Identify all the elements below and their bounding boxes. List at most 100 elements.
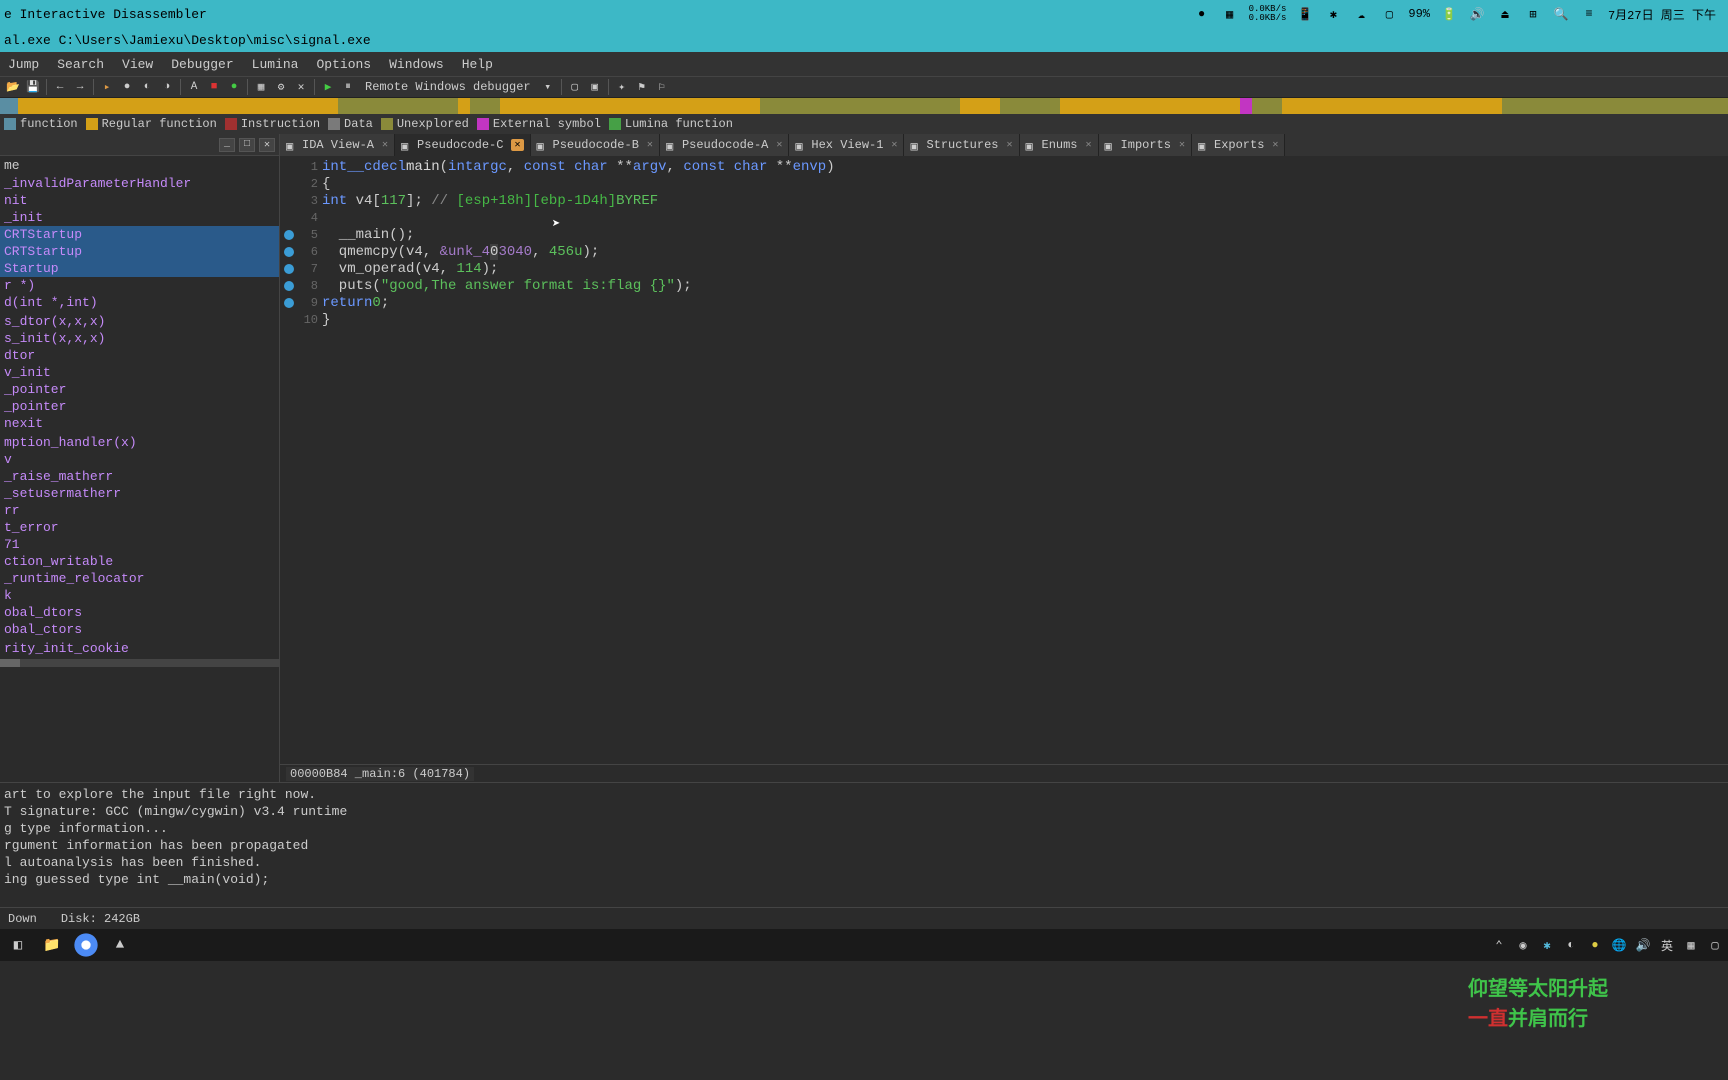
menu-lumina[interactable]: Lumina [252,57,299,72]
battery-icon[interactable]: 🔋 [1440,5,1458,23]
close-icon[interactable]: ✕ [1179,139,1185,151]
pause-icon[interactable]: ⏸ [339,78,357,96]
tab-pseudocode-c[interactable]: ▣Pseudocode-C✕ [395,134,530,156]
tray-ime-label[interactable]: 英 [1658,936,1676,954]
breakpoint-icon[interactable] [284,298,294,308]
phone-icon[interactable]: 📱 [1296,5,1314,23]
function-item[interactable]: _raise_matherr [0,468,279,485]
tab-hex-view-1[interactable]: ▣Hex View-1✕ [789,134,904,156]
function-item[interactable]: 71 [0,536,279,553]
close-icon[interactable]: ✕ [776,139,782,151]
function-item[interactable]: obal_ctors [0,621,279,638]
code-editor[interactable]: 12345678910 ➤ int __cdecl main(int argc,… [280,156,1728,764]
code-line[interactable]: __main(); [322,226,1728,243]
tab-ida-view-a[interactable]: ▣IDA View-A✕ [280,134,395,156]
breakpoint-icon[interactable] [284,281,294,291]
green-icon[interactable]: ● [225,78,243,96]
tray-vol-icon[interactable]: 🔊 [1634,936,1652,954]
chevron-up-icon[interactable]: ⌃ [1490,936,1508,954]
close-icon[interactable]: ✕ [891,139,897,151]
function-item[interactable]: _runtime_relocator [0,570,279,587]
refresh-icon[interactable]: ■ [205,78,223,96]
code-content[interactable]: ➤ int __cdecl main(int argc, const char … [322,156,1728,764]
start-icon[interactable]: ◧ [4,931,32,959]
function-item[interactable]: obal_dtors [0,604,279,621]
menu-debugger[interactable]: Debugger [171,57,233,72]
panel-btn-minimize[interactable]: _ [219,138,235,152]
screen-icon[interactable]: ▢ [1380,5,1398,23]
tab-imports[interactable]: ▣Imports✕ [1099,134,1192,156]
function-item[interactable]: _invalidParameterHandler [0,175,279,192]
scrollbar[interactable] [0,659,279,667]
menu-help[interactable]: Help [462,57,493,72]
tab-structures[interactable]: ▣Structures✕ [904,134,1019,156]
menu-windows[interactable]: Windows [389,57,444,72]
function-item[interactable]: _pointer [0,398,279,415]
dbg2-icon[interactable]: ▣ [586,78,604,96]
flag-icon[interactable]: ▸ [98,78,116,96]
menu-options[interactable]: Options [316,57,371,72]
function-item[interactable]: v_init [0,364,279,381]
function-item[interactable]: Startup [0,260,279,277]
function-item[interactable]: k [0,587,279,604]
breakpoint-icon[interactable] [284,247,294,257]
function-item[interactable]: _init [0,209,279,226]
function-item[interactable]: CRTStartup [0,243,279,260]
function-item[interactable]: rity_init_cookie [0,640,279,657]
function-item[interactable]: _setusermatherr [0,485,279,502]
tray-obs-icon[interactable]: ◉ [1514,936,1532,954]
function-item[interactable]: s_init(x,x,x) [0,330,279,347]
nav-map[interactable] [0,98,1728,114]
breakpoint-icon[interactable] [284,264,294,274]
close-icon[interactable]: ✕ [511,139,523,151]
volume-icon[interactable]: 🔊 [1468,5,1486,23]
forward-icon[interactable]: → [71,78,89,96]
code-line[interactable]: return 0; [322,294,1728,311]
tab-pseudocode-a[interactable]: ▣Pseudocode-A✕ [660,134,789,156]
tray-notif-icon[interactable]: ▢ [1706,936,1724,954]
menu-icon[interactable]: ≡ [1580,5,1598,23]
menu-jump[interactable]: Jump [8,57,39,72]
code-line[interactable] [322,209,1728,226]
panel-btn-restore[interactable]: □ [239,138,255,152]
tray-net-icon[interactable]: 🌐 [1610,936,1628,954]
close-icon[interactable]: ✕ [1272,139,1278,151]
function-item[interactable]: CRTStartup [0,226,279,243]
code-line[interactable]: int __cdecl main(int argc, const char **… [322,158,1728,175]
open-icon[interactable]: 📂 [4,78,22,96]
tool5-icon[interactable]: ⚙ [272,78,290,96]
code-line[interactable]: qmemcpy(v4, &unk_403040, 456u); [322,243,1728,260]
function-item[interactable]: mption_handler(x) [0,434,279,451]
tray-star-icon[interactable]: ✱ [1538,936,1556,954]
dbg3-icon[interactable]: ✦ [613,78,631,96]
function-item[interactable]: t_error [0,519,279,536]
function-item[interactable]: _pointer [0,381,279,398]
dbg1-icon[interactable]: ▢ [566,78,584,96]
tray-keyboard-icon[interactable]: ▦ [1682,936,1700,954]
close-icon[interactable]: ✕ [1086,139,1092,151]
tool3-icon[interactable]: ◑ [158,78,176,96]
code-line[interactable]: { [322,175,1728,192]
function-list[interactable]: me _invalidParameterHandlernit_initCRTSt… [0,156,279,782]
text-icon[interactable]: A [185,78,203,96]
ida-icon[interactable]: ▲ [106,931,134,959]
tab-pseudocode-b[interactable]: ▣Pseudocode-B✕ [531,134,660,156]
play-icon[interactable]: ▶ [319,78,337,96]
dbg4-icon[interactable]: ⚑ [633,78,651,96]
function-item[interactable]: v [0,451,279,468]
close-icon[interactable]: ✕ [382,139,388,151]
function-item[interactable]: nit [0,192,279,209]
dbg5-icon[interactable]: ⚐ [653,78,671,96]
panel-btn-close[interactable]: ✕ [259,138,275,152]
output-panel[interactable]: art to explore the input file right now.… [0,782,1728,907]
save-icon[interactable]: 💾 [24,78,42,96]
tray-disk-icon[interactable]: ◐ [1562,936,1580,954]
explorer-icon[interactable]: 📁 [38,931,66,959]
bluetooth-icon[interactable]: ✱ [1324,5,1342,23]
code-line[interactable]: int v4[117]; // [esp+18h] [ebp-1D4h] BYR… [322,192,1728,209]
code-line[interactable]: vm_operad(v4, 114); [322,260,1728,277]
tool2-icon[interactable]: ◐ [138,78,156,96]
function-item[interactable]: s_dtor(x,x,x) [0,313,279,330]
eject-icon[interactable]: ⏏ [1496,5,1514,23]
tray-shield-icon[interactable]: ● [1586,936,1604,954]
